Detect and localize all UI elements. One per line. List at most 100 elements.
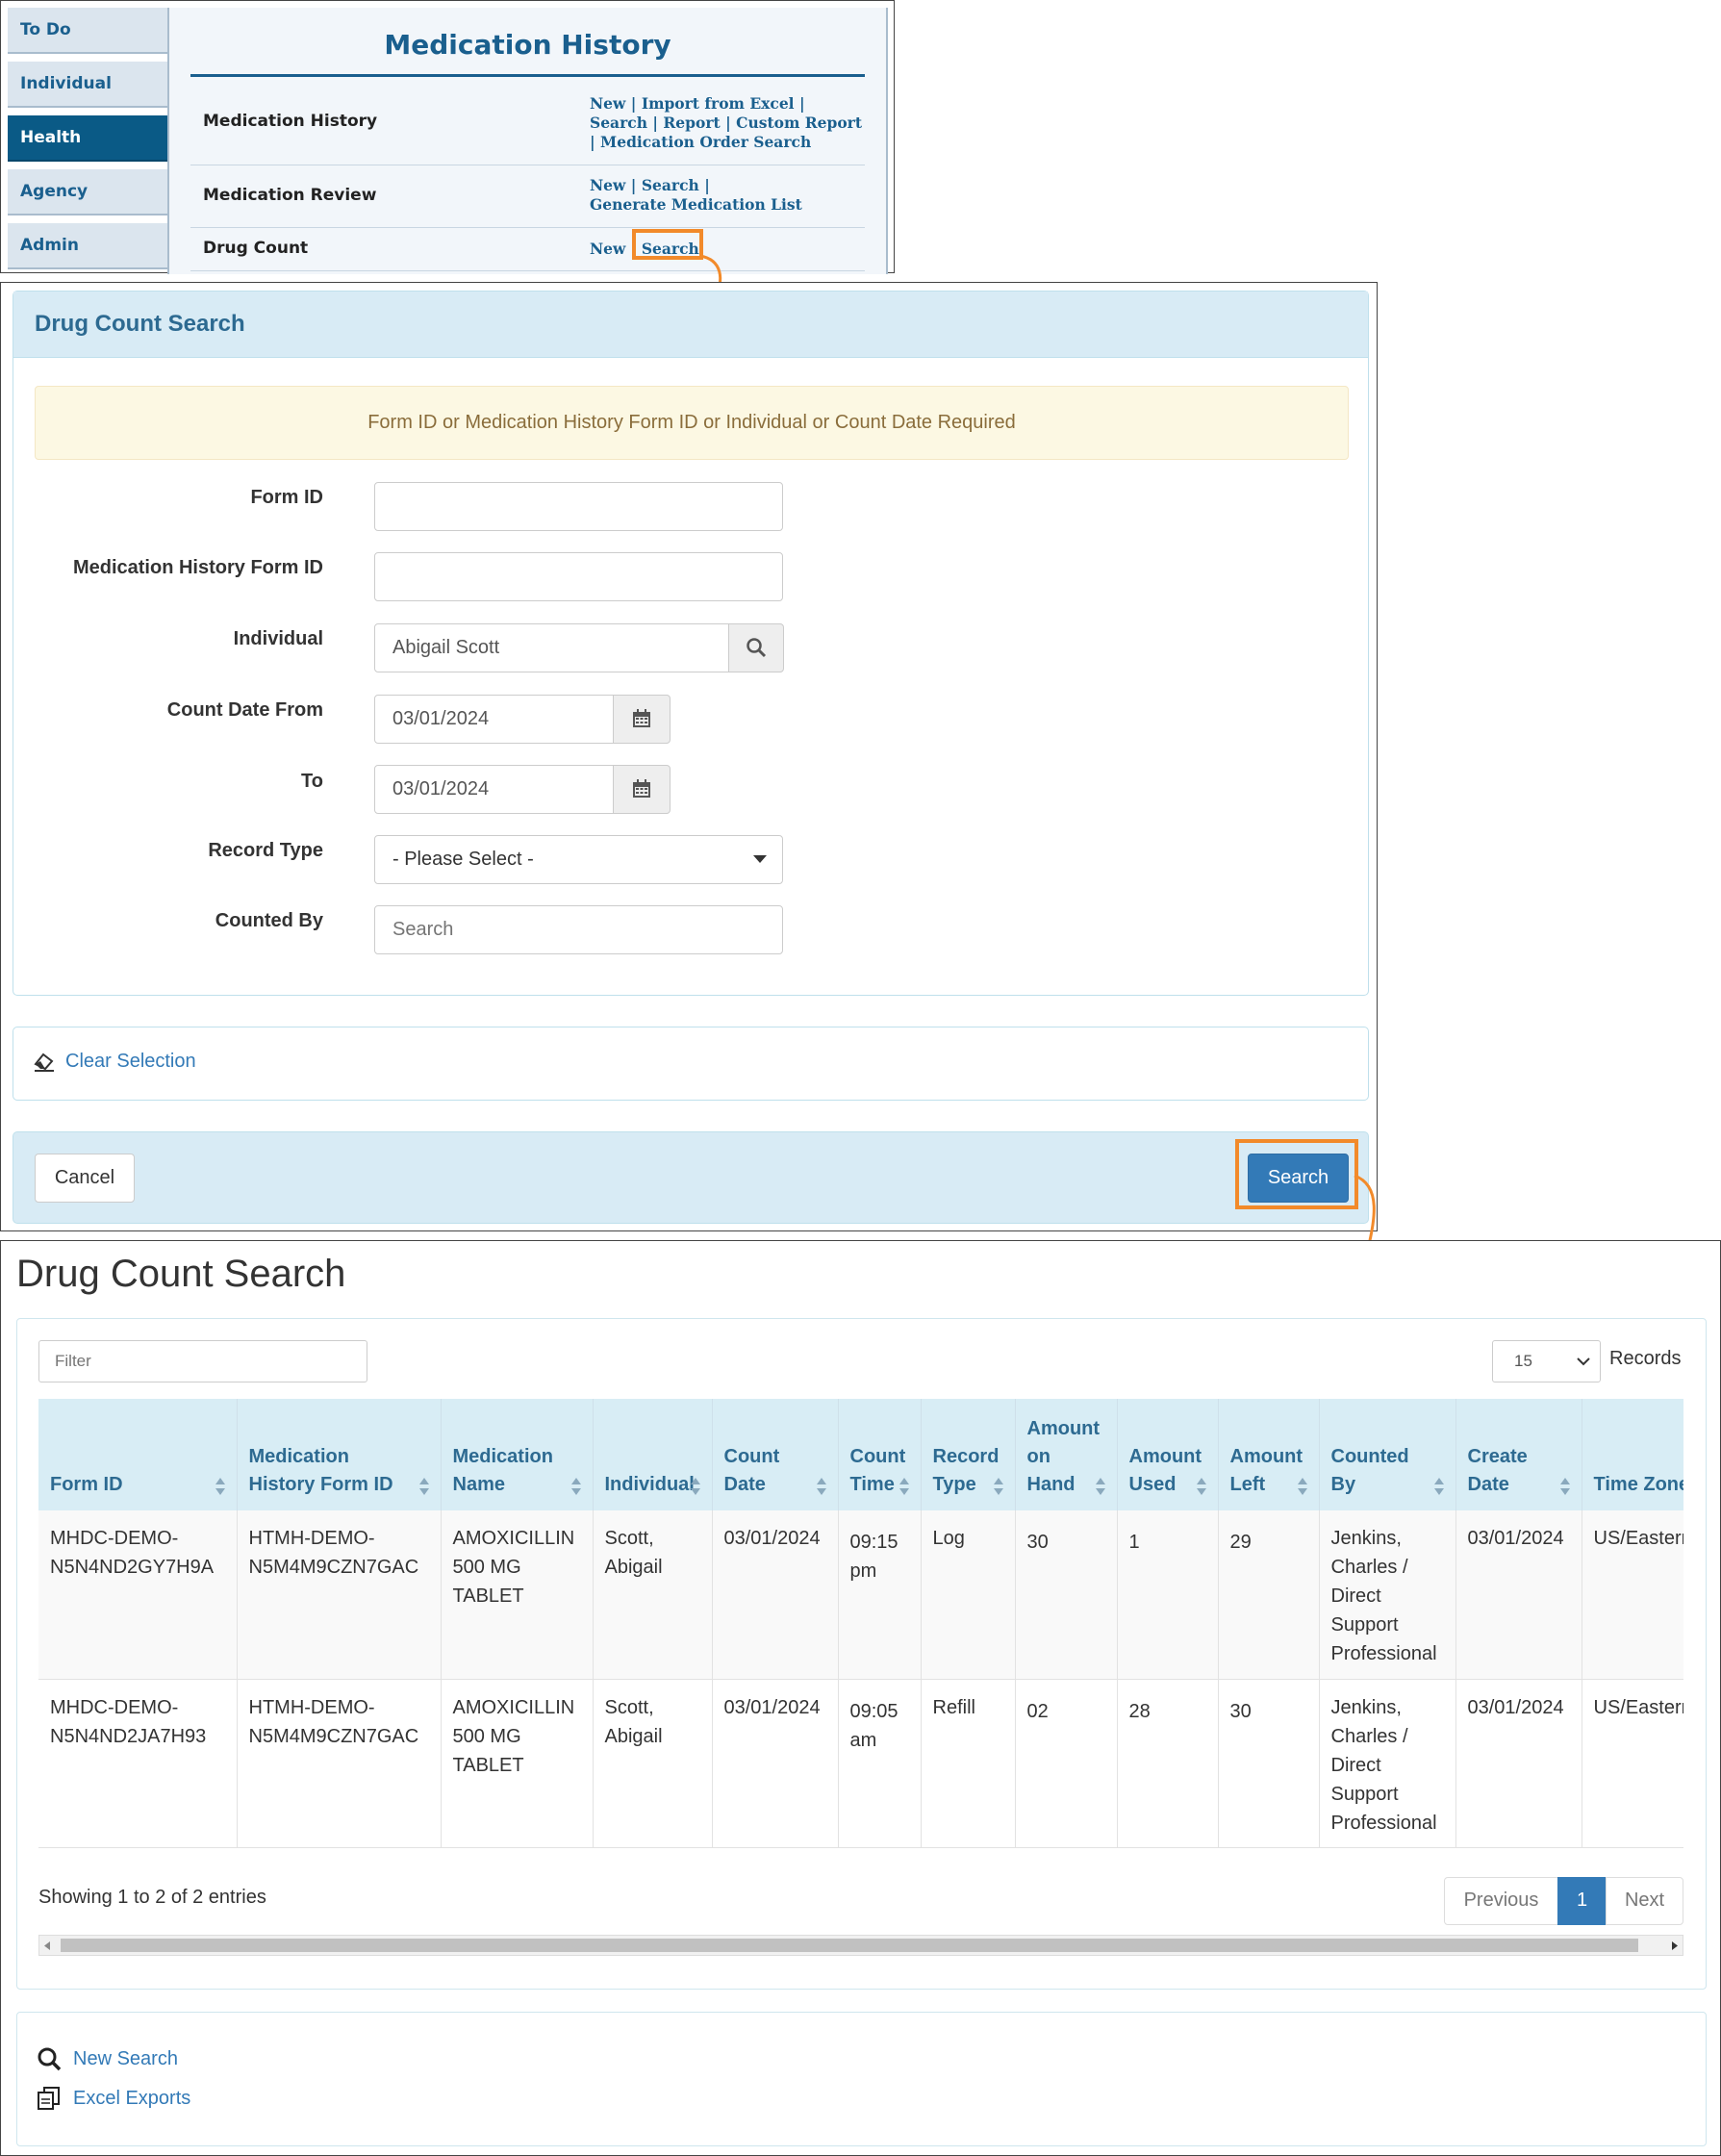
cancel-button[interactable]: Cancel [35, 1154, 135, 1203]
tab-todo[interactable]: To Do [8, 8, 168, 54]
tab-individual[interactable]: Individual [8, 62, 168, 108]
column-header-count-time[interactable]: Count Time [838, 1399, 922, 1510]
cell-create-date: 03/01/2024 [1455, 1679, 1582, 1848]
cell-med-history-form-id: HTMH-DEMO- N5M4M9CZN7GAC [237, 1510, 442, 1680]
link-custom-report[interactable]: Custom Report [736, 114, 862, 132]
cell-counted-by: Jenkins, Charles / Direct Support Profession… [1319, 1510, 1456, 1680]
column-header-counted-by[interactable]: Counted By [1319, 1399, 1456, 1510]
cell-record-type: Refill [921, 1679, 1016, 1848]
cell-text: 02 [1026, 1700, 1049, 1722]
column-header-form-id[interactable]: Form ID [38, 1399, 238, 1510]
cell-form-id: MHDC-DEMO- N5N4ND2JA7H93 [38, 1679, 238, 1848]
title-divider [190, 74, 865, 77]
record-type-select[interactable]: - Please Select - [374, 835, 783, 884]
scroll-right-icon[interactable] [1672, 1941, 1678, 1950]
cell-record-type: Log [921, 1510, 1016, 1680]
link-medication-order-search[interactable]: Medication Order Search [600, 133, 811, 151]
cell-text: Professional [1330, 1643, 1437, 1664]
sort-icon[interactable] [690, 1478, 700, 1495]
column-header-text: Count [849, 1446, 906, 1467]
sort-icon[interactable] [993, 1478, 1003, 1495]
tab-health[interactable]: Health [8, 115, 168, 162]
cell-text: 29 [1229, 1532, 1252, 1553]
link-new[interactable]: New [590, 94, 625, 113]
column-header-amount-left[interactable]: Amount Left [1218, 1399, 1320, 1510]
link-new[interactable]: New [590, 240, 625, 258]
sort-icon[interactable] [1095, 1478, 1105, 1495]
counted-by-input[interactable] [374, 905, 783, 954]
tab-agency[interactable]: Agency [8, 169, 168, 216]
link-generate-medication-list[interactable]: Generate Medication List [590, 195, 802, 214]
new-search-link[interactable]: New Search [37, 2046, 178, 2071]
sort-icon[interactable] [1297, 1478, 1307, 1495]
cell-counted-by: Jenkins, Charles / Direct Support Profession… [1319, 1679, 1456, 1848]
menu-row-medication-review: Medication Review New | Search | Generat… [190, 165, 865, 228]
clear-selection-link[interactable]: Clear Selection [33, 1050, 196, 1073]
column-header-text: Used [1128, 1474, 1177, 1495]
cell-amount-left: 30 [1218, 1679, 1320, 1848]
individual-search-button[interactable] [727, 622, 784, 672]
column-header-amount-used[interactable]: Amount Used [1117, 1399, 1219, 1510]
count-date-to-picker[interactable] [612, 764, 671, 814]
sort-icon[interactable] [215, 1478, 225, 1495]
link-import-from-excel[interactable]: Import from Excel [642, 94, 795, 113]
search-icon [746, 638, 766, 658]
column-header-medication-name[interactable]: Medication Name [441, 1399, 594, 1510]
column-header-amount-on-hand[interactable]: Amount on Hand [1015, 1399, 1118, 1510]
column-header-create-date[interactable]: Create Date [1455, 1399, 1582, 1510]
table-header-row: Form ID Medication History Form ID Medicati… [38, 1399, 1683, 1510]
tab-admin[interactable]: Admin [8, 223, 168, 269]
records-per-page-select[interactable]: 15 [1492, 1340, 1601, 1382]
cell-text: AMOXICILLIN [452, 1528, 575, 1549]
column-header-count-date[interactable]: Count Date [712, 1399, 839, 1510]
link-search[interactable]: Search [590, 114, 647, 132]
cell-text: Refill [932, 1696, 975, 1718]
cell-text: 09:15 [849, 1532, 898, 1553]
pagination-next[interactable]: Next [1606, 1877, 1683, 1925]
cell-text: Support [1330, 1783, 1399, 1805]
counted-by-label: Counted By [215, 910, 323, 931]
result-actions-card: New Search Excel Exports [16, 2012, 1707, 2146]
horizontal-scrollbar[interactable] [38, 1935, 1683, 1956]
individual-input[interactable]: Abigail Scott [374, 622, 784, 672]
column-header-text: History Form ID [248, 1474, 393, 1495]
menu-row-links: New | Import from Excel | Search | Repor… [590, 94, 862, 151]
sort-icon[interactable] [1196, 1478, 1206, 1495]
sort-icon[interactable] [418, 1478, 429, 1495]
scrollbar-thumb[interactable] [61, 1939, 1638, 1952]
pagination-previous[interactable]: Previous [1444, 1877, 1558, 1925]
sort-icon[interactable] [1559, 1478, 1570, 1495]
pagination-page-1[interactable]: 1 [1557, 1877, 1607, 1925]
form-id-input[interactable] [374, 482, 783, 531]
menu-row-medication-history: Medication History New | Import from Exc… [190, 82, 865, 165]
column-header-med-history-form-id[interactable]: Medication History Form ID [237, 1399, 442, 1510]
med-history-form-id-input[interactable] [374, 552, 783, 601]
sort-icon[interactable] [570, 1478, 581, 1495]
count-date-from-picker[interactable] [612, 694, 671, 744]
cell-text: TABLET [452, 1754, 524, 1776]
table-row[interactable]: MHDC-DEMO- N5N4ND2JA7H93 HTMH-DEMO- N5M4M9C… [38, 1679, 1683, 1848]
link-report[interactable]: Report [663, 114, 720, 132]
excel-exports-link[interactable]: Excel Exports [37, 2086, 190, 2111]
column-header-text: Date [1467, 1474, 1509, 1495]
cell-count-date: 03/01/2024 [712, 1510, 839, 1680]
cell-text: 03/01/2024 [723, 1696, 821, 1718]
column-header-individual[interactable]: Individual [593, 1399, 713, 1510]
column-header-time-zone[interactable]: Time Zone [1582, 1399, 1683, 1510]
form-button-bar: Cancel Search [13, 1131, 1369, 1224]
column-header-record-type[interactable]: Record Type [921, 1399, 1016, 1510]
cell-amount-used: 1 [1117, 1510, 1219, 1680]
filter-input[interactable] [38, 1340, 367, 1382]
sort-icon[interactable] [898, 1478, 909, 1495]
cell-text: 03/01/2024 [1467, 1528, 1564, 1549]
link-search[interactable]: Search [642, 176, 699, 194]
count-date-from-input[interactable]: 03/01/2024 [374, 694, 671, 744]
table-row[interactable]: MHDC-DEMO- N5N4ND2GY7H9A HTMH-DEMO- N5M4M9C… [38, 1510, 1683, 1680]
count-date-to-input[interactable]: 03/01/2024 [374, 764, 671, 814]
sort-icon[interactable] [816, 1478, 826, 1495]
link-new[interactable]: New [590, 176, 625, 194]
scroll-left-icon[interactable] [44, 1941, 50, 1950]
sort-icon[interactable] [1433, 1478, 1444, 1495]
menu-row-label: Medication History [203, 112, 378, 131]
cell-text: 03/01/2024 [1467, 1696, 1564, 1718]
